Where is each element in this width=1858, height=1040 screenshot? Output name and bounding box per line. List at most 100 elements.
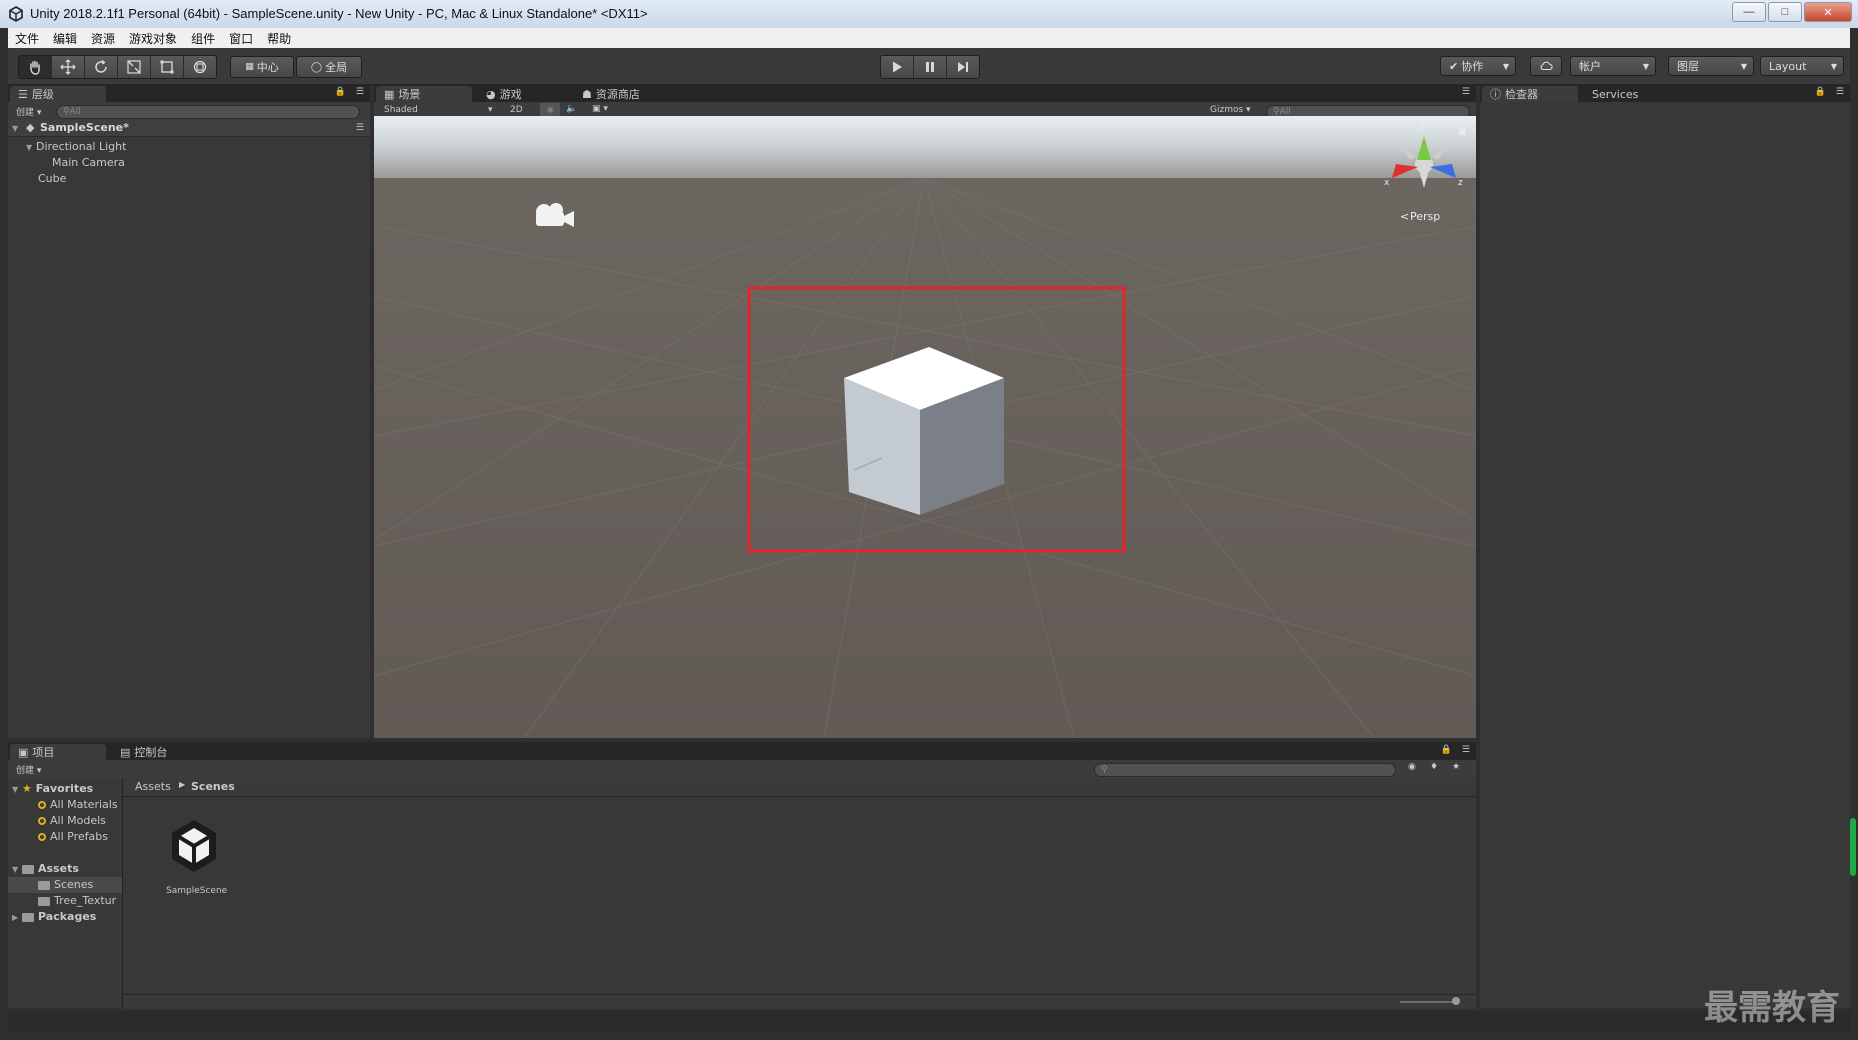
audio-toggle-icon[interactable]: 🔈 (566, 104, 577, 114)
hierarchy-search-input[interactable]: ⚲All (56, 105, 360, 119)
favorite-all-models[interactable]: All Models (38, 814, 106, 827)
hierarchy-item-main-camera[interactable]: Main Camera (52, 156, 125, 169)
pause-button[interactable] (914, 56, 947, 78)
menu-assets[interactable]: 资源 (84, 30, 122, 47)
scene-viewport[interactable]: y x z < Persp ■ (374, 116, 1476, 738)
folder-icon: ▣ (18, 745, 29, 759)
lock-icon[interactable]: 🔒 (1815, 87, 1826, 97)
chevron-down-icon: ▾ (488, 105, 493, 115)
tab-project[interactable]: ▣ 项目 (10, 744, 106, 760)
assets-folder[interactable]: ▼ Assets (12, 862, 79, 875)
projection-label[interactable]: Persp (1410, 210, 1440, 223)
pause-icon (926, 62, 934, 72)
gizmos-dropdown[interactable]: Gizmos ▾ (1210, 105, 1251, 115)
info-icon: ⓘ (1490, 88, 1501, 101)
menu-window[interactable]: 窗口 (222, 30, 260, 47)
folder-scenes[interactable]: Scenes (38, 878, 93, 891)
zoom-slider-thumb[interactable] (1452, 997, 1460, 1005)
layers-dropdown[interactable]: 图层 ▼ (1668, 56, 1754, 76)
create-dropdown[interactable]: 创建 ▾ (16, 763, 41, 776)
globe-icon: ◯ (310, 61, 323, 73)
menu-edit[interactable]: 编辑 (46, 30, 84, 47)
layers-label: 图层 (1677, 60, 1699, 73)
hierarchy-item-directional-light[interactable]: ▼ Directional Light (26, 140, 126, 153)
asset-samplescene[interactable]: SampleScene (152, 814, 234, 904)
window-title: Unity 2018.2.1f1 Personal (64bit) - Samp… (30, 6, 648, 21)
close-button[interactable]: ✕ (1804, 2, 1852, 22)
filter-type-icon[interactable]: ◉ (1408, 762, 1416, 772)
minimize-button[interactable]: — (1732, 2, 1766, 22)
packages-folder[interactable]: ▶ Packages (12, 910, 96, 923)
rect-tool-button[interactable] (151, 56, 184, 78)
list-icon: ☰ (18, 87, 28, 101)
collapse-arrow-icon[interactable]: ▶ (12, 913, 22, 922)
scale-tool-button[interactable] (118, 56, 151, 78)
scene-view-header: ▦ 场景 ◕ 游戏 ☗ 资源商店 ☰ Shaded ▾ 2D ☼ 🔈 ▣ ▾ G… (374, 84, 1476, 121)
menu-component[interactable]: 组件 (184, 30, 222, 47)
project-search-input[interactable]: ⚲ (1094, 763, 1396, 777)
scene-row[interactable]: ▼ ◆ SampleScene* ☰ (8, 120, 370, 137)
item-label: All Models (50, 814, 106, 827)
menu-gameobject[interactable]: 游戏对象 (122, 30, 184, 47)
play-button[interactable] (881, 56, 914, 78)
edge-scroll-indicator[interactable] (1850, 818, 1856, 876)
layout-dropdown[interactable]: Layout ▼ (1760, 56, 1844, 76)
transform-tool-button[interactable] (184, 56, 216, 78)
pivot-toggle-button[interactable]: ▦ 中心 (230, 56, 294, 78)
menu-help[interactable]: 帮助 (260, 30, 298, 47)
panel-menu-icon[interactable]: ☰ (1462, 745, 1470, 755)
breadcrumb-assets[interactable]: Assets (135, 780, 171, 793)
tab-hierarchy[interactable]: ☰ 层级 (10, 86, 106, 102)
tab-scene-label: 场景 (398, 88, 421, 101)
tab-inspector[interactable]: ⓘ 检查器 (1482, 86, 1578, 102)
favorite-star-icon[interactable]: ★ (1452, 762, 1460, 772)
main-toolbar: ▦ 中心 ◯ 全局 ✔ 协作 ▼ 帐户 ▼ 图层 ▼ Layout ▼ (8, 48, 1850, 85)
projection-chevron-icon[interactable]: < (1400, 210, 1409, 223)
lock-icon[interactable]: 🔒 (1441, 745, 1452, 755)
gizmo-lock-icon[interactable]: ■ (1458, 127, 1467, 137)
expand-arrow-icon[interactable]: ▼ (26, 143, 36, 152)
tab-asset-store[interactable]: ☗ 资源商店 (574, 86, 674, 102)
toggle-2d-button[interactable]: 2D (510, 105, 523, 115)
menu-file[interactable]: 文件 (8, 30, 46, 47)
panel-menu-icon[interactable]: ☰ (1462, 87, 1470, 97)
scene-menu-icon[interactable]: ☰ (356, 123, 364, 133)
collab-dropdown[interactable]: ✔ 协作 ▼ (1440, 56, 1516, 76)
tab-inspector-label: 检查器 (1505, 88, 1538, 101)
cube-object[interactable] (844, 347, 1004, 515)
tab-console[interactable]: ▤ 控制台 (112, 744, 208, 760)
expand-arrow-icon[interactable]: ▼ (12, 124, 22, 133)
shopping-bag-icon: ☗ (582, 87, 592, 101)
shading-mode-dropdown[interactable]: Shaded ▾ (384, 105, 494, 115)
lock-icon[interactable]: 🔒 (335, 87, 346, 97)
create-dropdown[interactable]: 创建 ▾ (16, 105, 41, 118)
favorite-all-materials[interactable]: All Materials (38, 798, 118, 811)
panel-menu-icon[interactable]: ☰ (1836, 87, 1844, 97)
favorite-all-prefabs[interactable]: All Prefabs (38, 830, 108, 843)
global-toggle-button[interactable]: ◯ 全局 (296, 56, 362, 78)
hierarchy-item-cube[interactable]: Cube (38, 172, 66, 185)
account-dropdown[interactable]: 帐户 ▼ (1570, 56, 1656, 76)
tab-services[interactable]: Services (1584, 86, 1674, 102)
zoom-slider-track[interactable] (1400, 1001, 1456, 1003)
maximize-button[interactable]: □ (1768, 2, 1802, 22)
cloud-button[interactable] (1530, 56, 1562, 76)
effects-dropdown-icon[interactable]: ▣ ▾ (592, 104, 608, 114)
tab-scene[interactable]: ▦ 场景 (376, 86, 472, 102)
chevron-down-icon: ▼ (1502, 61, 1509, 71)
axis-label-y: y (1420, 121, 1426, 131)
expand-arrow-icon[interactable]: ▼ (12, 785, 22, 794)
favorites-header[interactable]: ▼ ★ Favorites (12, 782, 93, 795)
panel-menu-icon[interactable]: ☰ (356, 87, 364, 97)
scene-tabstrip: ▦ 场景 ◕ 游戏 ☗ 资源商店 ☰ (374, 84, 1476, 102)
expand-arrow-icon[interactable]: ▼ (12, 865, 22, 874)
folder-tree-textures[interactable]: Tree_Textur (38, 894, 116, 907)
rotate-tool-button[interactable] (85, 56, 118, 78)
breadcrumb-scenes[interactable]: Scenes (191, 780, 235, 793)
move-tool-button[interactable] (52, 56, 85, 78)
filter-label-icon[interactable]: ♦ (1430, 762, 1438, 772)
tab-game[interactable]: ◕ 游戏 (478, 86, 568, 102)
hierarchy-tabstrip: ☰ 层级 🔒 ☰ (8, 84, 370, 102)
hand-tool-button[interactable] (19, 56, 52, 78)
step-button[interactable] (947, 56, 979, 78)
